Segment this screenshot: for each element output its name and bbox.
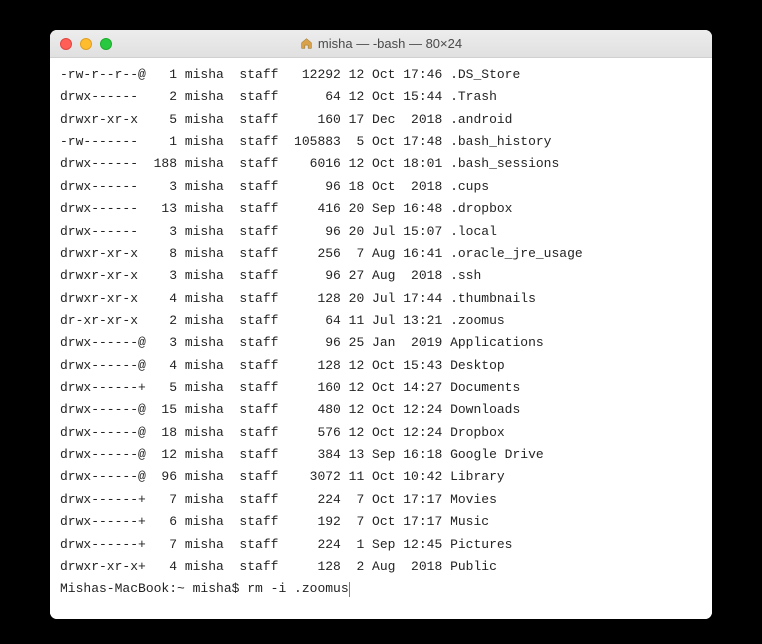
maximize-button[interactable]: [100, 38, 112, 50]
listing-row: drwx------+ 7 misha staff 224 1 Sep 12:4…: [60, 534, 702, 556]
traffic-lights: [60, 38, 112, 50]
listing-row: drwx------+ 5 misha staff 160 12 Oct 14:…: [60, 377, 702, 399]
listing-row: drwx------@ 4 misha staff 128 12 Oct 15:…: [60, 355, 702, 377]
listing-row: drwx------@ 3 misha staff 96 25 Jan 2019…: [60, 332, 702, 354]
listing-row: drwx------@ 96 misha staff 3072 11 Oct 1…: [60, 466, 702, 488]
listing-row: drwx------+ 6 misha staff 192 7 Oct 17:1…: [60, 511, 702, 533]
text-cursor: [349, 582, 350, 597]
window-title-text: misha — -bash — 80×24: [318, 36, 462, 51]
prompt-line[interactable]: Mishas-MacBook:~ misha$ rm -i .zoomus: [60, 578, 702, 600]
listing-row: drwxr-xr-x 3 misha staff 96 27 Aug 2018 …: [60, 265, 702, 287]
listing-row: -rw-r--r--@ 1 misha staff 12292 12 Oct 1…: [60, 64, 702, 86]
home-icon: [300, 37, 313, 50]
listing-row: -rw------- 1 misha staff 105883 5 Oct 17…: [60, 131, 702, 153]
listing-row: drwx------ 3 misha staff 96 18 Oct 2018 …: [60, 176, 702, 198]
terminal-window: misha — -bash — 80×24 -rw-r--r--@ 1 mish…: [50, 30, 712, 619]
listing-row: dr-xr-xr-x 2 misha staff 64 11 Jul 13:21…: [60, 310, 702, 332]
listing-row: drwx------ 2 misha staff 64 12 Oct 15:44…: [60, 86, 702, 108]
listing-row: drwx------ 3 misha staff 96 20 Jul 15:07…: [60, 221, 702, 243]
close-button[interactable]: [60, 38, 72, 50]
listing-row: drwx------ 13 misha staff 416 20 Sep 16:…: [60, 198, 702, 220]
titlebar[interactable]: misha — -bash — 80×24: [50, 30, 712, 58]
listing-row: drwx------@ 15 misha staff 480 12 Oct 12…: [60, 399, 702, 421]
terminal-output[interactable]: -rw-r--r--@ 1 misha staff 12292 12 Oct 1…: [50, 58, 712, 619]
listing-row: drwxr-xr-x 4 misha staff 128 20 Jul 17:4…: [60, 288, 702, 310]
listing-row: drwx------@ 12 misha staff 384 13 Sep 16…: [60, 444, 702, 466]
listing-row: drwx------@ 18 misha staff 576 12 Oct 12…: [60, 422, 702, 444]
window-title: misha — -bash — 80×24: [50, 36, 712, 51]
minimize-button[interactable]: [80, 38, 92, 50]
listing-row: drwx------ 188 misha staff 6016 12 Oct 1…: [60, 153, 702, 175]
listing-row: drwxr-xr-x+ 4 misha staff 128 2 Aug 2018…: [60, 556, 702, 578]
listing-row: drwxr-xr-x 8 misha staff 256 7 Aug 16:41…: [60, 243, 702, 265]
prompt-command[interactable]: rm -i .zoomus: [247, 578, 348, 600]
listing-row: drwx------+ 7 misha staff 224 7 Oct 17:1…: [60, 489, 702, 511]
prompt-prefix: Mishas-MacBook:~ misha$: [60, 578, 247, 600]
listing-row: drwxr-xr-x 5 misha staff 160 17 Dec 2018…: [60, 109, 702, 131]
